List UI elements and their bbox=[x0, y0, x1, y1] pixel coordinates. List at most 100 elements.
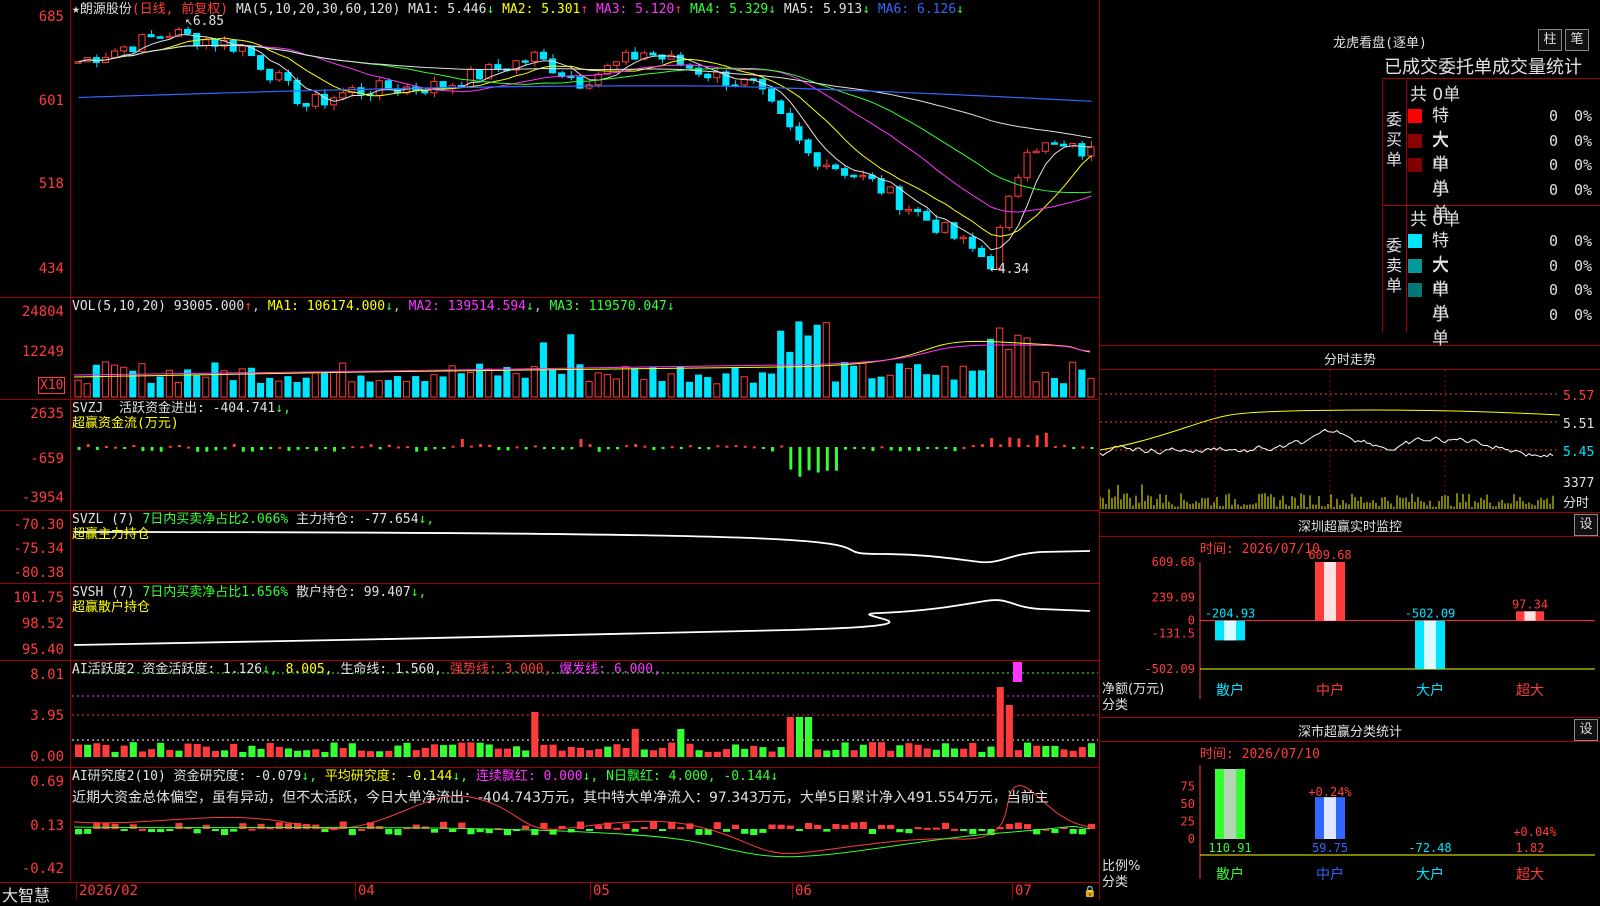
research-bar bbox=[193, 829, 201, 834]
flow-bar bbox=[844, 447, 848, 450]
flow-bar bbox=[707, 447, 711, 450]
activity-bar bbox=[868, 742, 876, 757]
flow-bar bbox=[95, 447, 99, 450]
szfl-panel[interactable]: 深市超赢分类统计 设 时间: 2026/07/10 75 50 25 0 110.91 散… bbox=[1100, 717, 1600, 900]
research-bar bbox=[823, 829, 831, 832]
tick-mode-button[interactable]: 笔 bbox=[1565, 29, 1589, 51]
volume-pane[interactable]: 24804 12249 X10 VOL(5,10,20) 93005.000↑,… bbox=[0, 297, 1100, 400]
flow-bar bbox=[789, 447, 793, 470]
volume-bar bbox=[768, 373, 776, 398]
candle bbox=[1032, 150, 1040, 154]
svzl-pane[interactable]: -70.30 -75.34 -80.38 SVZL (7) 7日内买卖净占比2.… bbox=[0, 510, 1100, 584]
candle bbox=[631, 51, 639, 60]
activity-bar bbox=[659, 747, 667, 757]
vol-label: VOL(5,10,20) bbox=[72, 299, 166, 314]
stock-name[interactable]: ★朗源股份 bbox=[72, 2, 132, 17]
flow-bar bbox=[278, 446, 282, 449]
flow-bar bbox=[378, 447, 382, 450]
flow-bar bbox=[871, 447, 875, 451]
category-label: 中户 bbox=[1316, 682, 1344, 699]
flow-bar bbox=[524, 447, 528, 450]
flow-bar bbox=[579, 439, 583, 447]
fenshi-panel[interactable]: 分时走势 5.57 5.51 5.45 3377 分时 bbox=[1100, 345, 1600, 513]
candle bbox=[795, 126, 803, 141]
flow-bar bbox=[935, 447, 939, 450]
volume-bar bbox=[1060, 383, 1068, 398]
flow-bar bbox=[168, 445, 172, 448]
volume-bar bbox=[229, 380, 237, 398]
svsh-pane[interactable]: 101.75 98.52 95.40 SVSH (7) 7日内买卖净占比1.65… bbox=[0, 583, 1100, 661]
volume-bar bbox=[421, 381, 429, 398]
kline-pane[interactable]: 685 601 518 434 ★朗源股份(日线, 前复权) MA(5,10,2… bbox=[0, 0, 1100, 298]
research-bar bbox=[814, 824, 822, 829]
ai-activity-pane[interactable]: 8.01 3.95 0.00 AI活跃度2 资金活跃度: 1.126↓, 8.0… bbox=[0, 660, 1100, 768]
candle bbox=[886, 186, 894, 194]
ai-research-bars[interactable] bbox=[0, 767, 1100, 882]
research-bar bbox=[138, 828, 146, 831]
activity-bar bbox=[111, 751, 119, 757]
fenshi-chart[interactable] bbox=[1100, 345, 1600, 512]
ma-value-6: MA6: 6.126 bbox=[877, 2, 957, 17]
flow-bar bbox=[1008, 437, 1012, 447]
flow-bar bbox=[971, 445, 975, 448]
volume-bar bbox=[932, 374, 940, 398]
lhb-panel: 龙虎看盘(逐单) 柱 笔 已成交委托单成交量统计 bbox=[1100, 0, 1600, 346]
flow-bar bbox=[187, 446, 191, 449]
activity-bar bbox=[805, 717, 813, 757]
activity-bar bbox=[832, 749, 840, 757]
flow-bar bbox=[743, 445, 747, 448]
volume-bar bbox=[412, 376, 420, 398]
bar-value-label: -204.93 bbox=[1205, 607, 1256, 621]
research-bar bbox=[914, 827, 922, 830]
szcy-bar-chart[interactable]: 609.68239.090-131.5-502.09-204.93散户609.6… bbox=[1100, 512, 1600, 717]
ai-research-pane[interactable]: 0.69 0.13 -0.42 AI研究度2(10) 资金研究度: -0.079… bbox=[0, 767, 1100, 883]
fenshi-vol-unit: 分时 bbox=[1563, 496, 1590, 511]
ma-value-3: MA3: 5.120 bbox=[596, 2, 675, 17]
activity-bar bbox=[348, 743, 356, 757]
activity-bar bbox=[467, 742, 475, 757]
flow-bar bbox=[269, 447, 273, 449]
volume-bar bbox=[174, 381, 182, 398]
volume-bar bbox=[1023, 337, 1031, 398]
volume-bar bbox=[923, 374, 931, 398]
svzj-pane[interactable]: 2635 -659 -3954 SVZJ 活跃资金进出: -404.741↓, … bbox=[0, 399, 1100, 511]
kline-candles[interactable] bbox=[0, 0, 1100, 297]
lock-icon[interactable]: 🔒 bbox=[1083, 885, 1097, 898]
szfl-bar-chart[interactable]: 75 50 25 0 110.91 散户 +0.24% 59.75 中户 -72.48 大户 +0.0… bbox=[1100, 717, 1600, 900]
research-bar bbox=[722, 829, 730, 832]
research-bar bbox=[622, 823, 630, 829]
research-bar bbox=[157, 829, 165, 833]
research-bar bbox=[394, 829, 402, 836]
y-tick-label: -502.09 bbox=[1144, 662, 1195, 676]
activity-bar bbox=[540, 744, 548, 757]
volume-bar bbox=[895, 363, 903, 398]
szcy-panel[interactable]: 深圳超赢实时监控 设 时间: 2026/07/10 609.68 239.09 0-… bbox=[1100, 512, 1600, 718]
volume-bar bbox=[339, 362, 347, 398]
flow-bar bbox=[625, 445, 629, 448]
activity-bar bbox=[695, 750, 703, 757]
flow-bar bbox=[679, 447, 683, 449]
activity-bar bbox=[138, 751, 146, 757]
flow-bar bbox=[999, 444, 1003, 447]
flow-bar bbox=[615, 447, 619, 450]
fenshi-ytick: 5.51 bbox=[1563, 417, 1595, 432]
order-pct: 0% bbox=[1574, 281, 1593, 299]
research-bar bbox=[522, 825, 530, 829]
bar-mode-button[interactable]: 柱 bbox=[1538, 29, 1562, 51]
volume-bar bbox=[366, 381, 374, 398]
flow-bar bbox=[433, 447, 437, 450]
activity-bar bbox=[476, 742, 484, 757]
legend-swatch bbox=[1408, 283, 1422, 297]
research-bar bbox=[1078, 829, 1086, 835]
candle bbox=[877, 178, 885, 194]
bar-value-label: 1.82 bbox=[1516, 841, 1545, 855]
activity-bar bbox=[859, 744, 867, 757]
volume-bar bbox=[676, 366, 684, 398]
ma-value-1: MA1: 5.446 bbox=[408, 2, 487, 17]
activity-bar bbox=[759, 747, 767, 757]
category-label: 散户 bbox=[1216, 682, 1244, 699]
volume-bar bbox=[257, 383, 265, 398]
activity-bar bbox=[266, 742, 274, 757]
fenshi-ytick: 5.57 bbox=[1563, 389, 1595, 404]
activity-bar bbox=[1033, 745, 1041, 757]
